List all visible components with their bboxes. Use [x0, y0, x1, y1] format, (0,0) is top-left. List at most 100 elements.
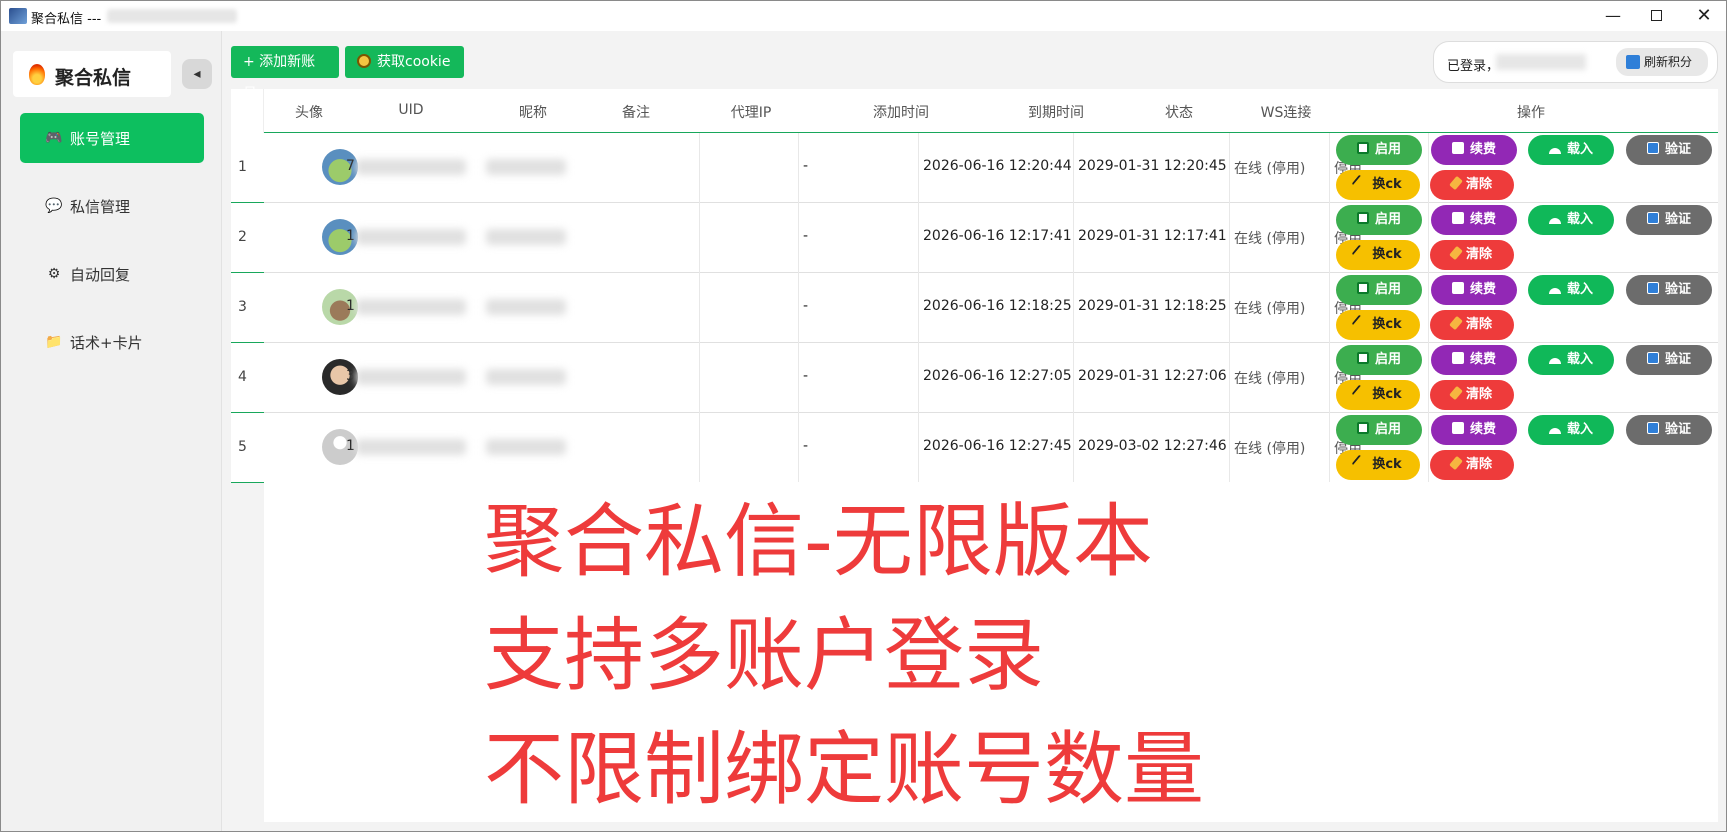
- nickname-redacted: [486, 299, 566, 315]
- swap-cookie-button[interactable]: 换ck: [1336, 450, 1420, 480]
- refresh-icon: [1626, 55, 1640, 69]
- refresh-points-label: 刷新积分: [1644, 55, 1693, 69]
- nickname-redacted: [486, 369, 566, 385]
- enable-button[interactable]: 启用: [1336, 135, 1422, 165]
- clear-button[interactable]: 清除: [1430, 170, 1514, 200]
- swap-cookie-button[interactable]: 换ck: [1336, 170, 1420, 200]
- enable-button[interactable]: 启用: [1336, 205, 1422, 235]
- expire-time: 2029-01-31 12:17:41: [1078, 228, 1227, 244]
- expire-time: 2029-03-02 12:27:46: [1078, 438, 1227, 454]
- load-icon: [1548, 148, 1561, 154]
- load-button[interactable]: 载入: [1528, 345, 1614, 375]
- uid-value: 1: [346, 228, 355, 244]
- minimize-button[interactable]: —: [1591, 1, 1635, 31]
- expire-time-cell: 2029-01-31 12:18:25: [1074, 273, 1230, 343]
- nickname-redacted: [486, 229, 566, 245]
- collapse-sidebar-button[interactable]: ◂: [182, 59, 212, 89]
- added-time: 2026-06-16 12:27:05: [923, 368, 1072, 384]
- get-cookie-label: 获取cookie: [377, 54, 451, 70]
- broom-icon: [1449, 385, 1463, 401]
- promo-line-2: 支持多账户登录: [484, 609, 1044, 702]
- load-button[interactable]: 载入: [1528, 415, 1614, 445]
- refresh-icon: [1646, 142, 1659, 154]
- swap-cookie-label: 换ck: [1372, 387, 1402, 402]
- renew-button[interactable]: 续费: [1431, 135, 1517, 165]
- add-account-button[interactable]: + 添加新账号: [231, 46, 339, 102]
- enable-button[interactable]: 启用: [1336, 415, 1422, 445]
- clear-button[interactable]: 清除: [1430, 450, 1514, 480]
- header-status: 状态: [1165, 105, 1193, 121]
- sidebar-item-auto-reply[interactable]: ⚙ 自动回复: [20, 249, 204, 299]
- verify-button[interactable]: 验证: [1626, 415, 1712, 445]
- renew-button[interactable]: 续费: [1431, 415, 1517, 445]
- window-title: 聚合私信 ---: [31, 12, 102, 27]
- swap-cookie-button[interactable]: 换ck: [1336, 310, 1420, 340]
- verify-button[interactable]: 验证: [1626, 275, 1712, 305]
- enable-label: 启用: [1374, 142, 1401, 157]
- close-icon: ✕: [1696, 5, 1712, 26]
- refresh-points-button[interactable]: 刷新积分: [1616, 48, 1708, 76]
- promo-line-1: 聚合私信-无限版本: [484, 495, 1153, 588]
- load-label: 载入: [1566, 422, 1593, 437]
- renew-button[interactable]: 续费: [1431, 345, 1517, 375]
- added-time: 2026-06-16 12:17:41: [923, 228, 1072, 244]
- pencil-icon: [1351, 174, 1369, 192]
- enable-button[interactable]: 启用: [1336, 345, 1422, 375]
- header-proxy: 代理IP: [730, 105, 772, 121]
- proxy-cell: -: [799, 273, 919, 343]
- status-text: 在线 (停用): [1234, 231, 1306, 247]
- swap-cookie-label: 换ck: [1372, 247, 1402, 262]
- clear-label: 清除: [1465, 177, 1492, 192]
- header-nickname: 昵称: [519, 105, 547, 121]
- added-time: 2026-06-16 12:20:44: [923, 158, 1072, 174]
- clear-button[interactable]: 清除: [1430, 310, 1514, 340]
- verify-button[interactable]: 验证: [1626, 205, 1712, 235]
- sidebar-item-message-management[interactable]: 💬 私信管理: [20, 181, 204, 231]
- sidebar-item-account-management[interactable]: 🎮 账号管理: [20, 113, 204, 163]
- clear-button[interactable]: 清除: [1430, 380, 1514, 410]
- proxy-value: -: [803, 298, 809, 314]
- refresh-icon: [1646, 422, 1659, 434]
- load-label: 载入: [1566, 142, 1593, 157]
- clear-button[interactable]: 清除: [1430, 240, 1514, 270]
- row-index: 5: [238, 439, 247, 455]
- clear-label: 清除: [1465, 247, 1492, 262]
- swap-cookie-label: 换ck: [1372, 317, 1402, 332]
- load-button[interactable]: 载入: [1528, 205, 1614, 235]
- maximize-button[interactable]: [1635, 1, 1679, 31]
- enable-button[interactable]: 启用: [1336, 275, 1422, 305]
- added-time-cell: 2026-06-16 12:20:44: [919, 133, 1074, 203]
- load-icon: [1548, 218, 1561, 224]
- verify-button[interactable]: 验证: [1626, 135, 1712, 165]
- expire-time-cell: 2029-01-31 12:20:45: [1074, 133, 1230, 203]
- header-added-time: 添加时间: [873, 105, 929, 121]
- uid-redacted: [356, 299, 466, 315]
- uid-value: 1: [346, 438, 355, 454]
- proxy-value: -: [803, 438, 809, 454]
- swap-cookie-button[interactable]: 换ck: [1336, 240, 1420, 270]
- proxy-cell: -: [799, 203, 919, 273]
- proxy-value: -: [803, 228, 809, 244]
- clear-label: 清除: [1465, 387, 1492, 402]
- uid-redacted: [356, 369, 466, 385]
- sidebar-item-scripts-cards[interactable]: 📁 话术+卡片: [20, 317, 204, 367]
- verify-button[interactable]: 验证: [1626, 345, 1712, 375]
- load-button[interactable]: 载入: [1528, 275, 1614, 305]
- broom-icon: [1449, 315, 1463, 331]
- gear-icon: ⚙: [47, 266, 61, 282]
- load-button[interactable]: 载入: [1528, 135, 1614, 165]
- table-corner: [231, 89, 264, 133]
- load-icon: [1548, 288, 1561, 294]
- remark-cell: [699, 343, 799, 413]
- renew-button[interactable]: 续费: [1431, 205, 1517, 235]
- renew-label: 续费: [1469, 282, 1496, 297]
- close-button[interactable]: ✕: [1682, 1, 1726, 31]
- sidebar-item-label: 自动回复: [70, 266, 131, 284]
- proxy-cell: -: [799, 413, 919, 483]
- get-cookie-button[interactable]: 获取cookie: [345, 46, 464, 78]
- header-remark: 备注: [622, 105, 650, 121]
- swap-cookie-button[interactable]: 换ck: [1336, 380, 1420, 410]
- sidebar-item-label: 话术+卡片: [70, 334, 143, 352]
- renew-button[interactable]: 续费: [1431, 275, 1517, 305]
- proxy-value: -: [803, 158, 809, 174]
